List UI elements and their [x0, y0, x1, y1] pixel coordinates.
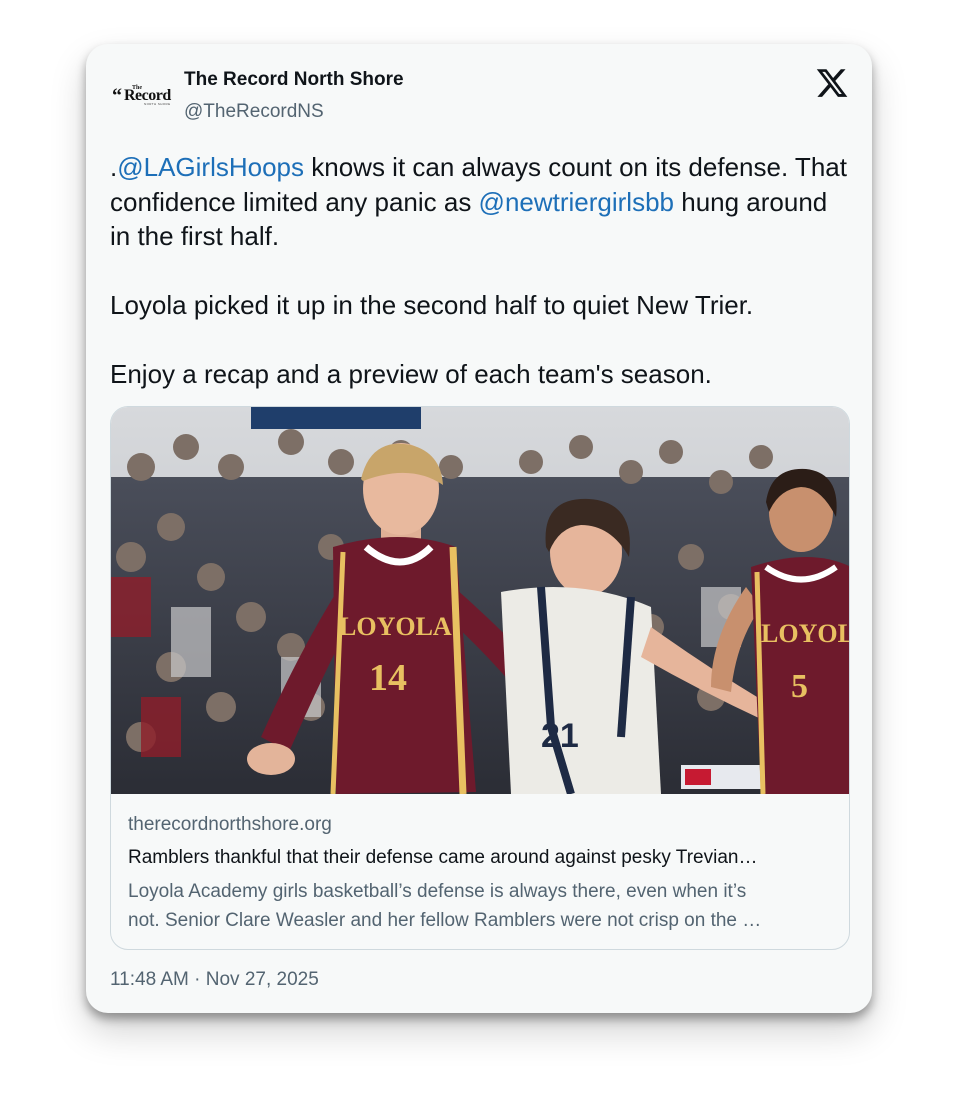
- account-display-name[interactable]: The Record North Shore: [184, 69, 404, 91]
- tweet-embed-card[interactable]: “ The Record NORTH SHORE The Record Nort…: [86, 44, 872, 1013]
- jersey-left-number-text: 14: [369, 657, 407, 699]
- tweet-timestamp[interactable]: 11:48 AM · Nov 27, 2025: [110, 969, 319, 991]
- account-handle[interactable]: @TheRecordNS: [184, 101, 324, 123]
- jersey-left-team-text: LOYOLA: [339, 612, 452, 641]
- x-logo-icon[interactable]: [815, 66, 849, 100]
- logo-tagline: NORTH SHORE: [144, 102, 171, 106]
- jersey-middle-number-text: 21: [541, 717, 579, 755]
- jersey-right-team-text: LOYOLA: [761, 619, 850, 648]
- link-preview-card[interactable]: LOYOLA 14 21 LOYOLA: [110, 406, 850, 950]
- tweet-paragraph-1: .@LAGirlsHoops knows it can always count…: [110, 150, 850, 254]
- link-card-description-line-2: not. Senior Clare Weasler and her fellow…: [128, 910, 762, 931]
- link-card-domain: therecordnorthshore.org: [128, 814, 332, 835]
- article-photo[interactable]: LOYOLA 14 21 LOYOLA: [111, 407, 850, 794]
- tweet-paragraph-2: Loyola picked it up in the second half t…: [110, 290, 754, 320]
- link-card-description: Loyola Academy girls basketball’s defens…: [128, 877, 833, 935]
- link-card-description-line-1: Loyola Academy girls basketball’s defens…: [128, 881, 747, 902]
- tweet-paragraph-3: Enjoy a recap and a preview of each team…: [110, 359, 712, 389]
- mention-link-lagirlshoops[interactable]: @LAGirlsHoops: [117, 152, 304, 182]
- link-card-headline[interactable]: Ramblers thankful that their defense cam…: [128, 847, 838, 869]
- mention-link-newtriergirlsbb[interactable]: @newtriergirlsbb: [479, 187, 674, 217]
- jersey-right-number-text: 5: [791, 668, 808, 705]
- logo-quote-mark: “: [112, 85, 122, 107]
- tweet-text: .@LAGirlsHoops knows it can always count…: [110, 150, 850, 392]
- account-avatar-logo[interactable]: “ The Record NORTH SHORE: [110, 85, 176, 111]
